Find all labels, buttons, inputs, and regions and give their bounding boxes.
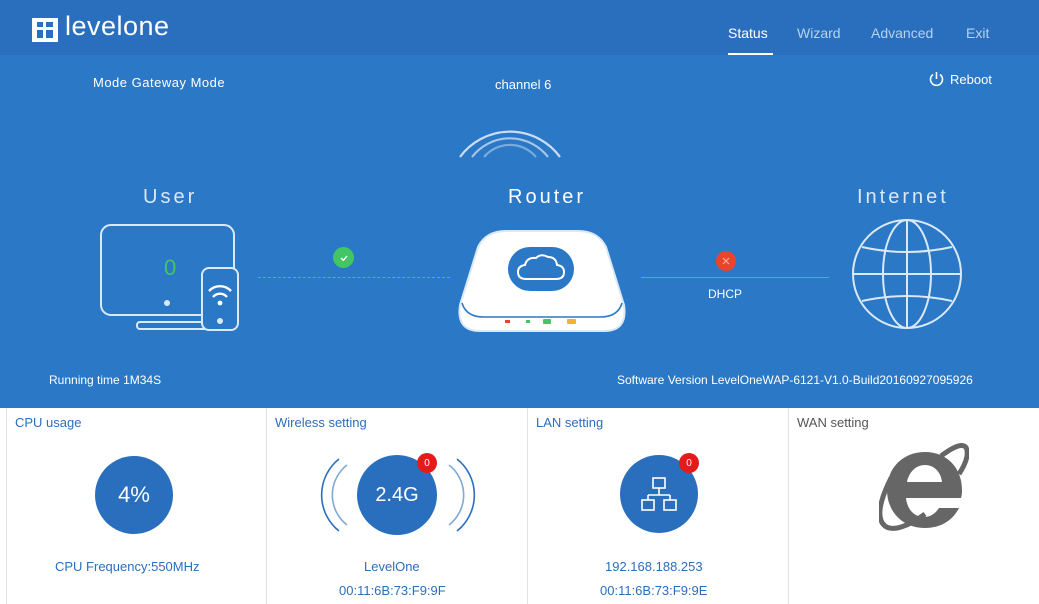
reboot-button[interactable]: Reboot xyxy=(928,71,992,88)
power-icon xyxy=(929,72,944,87)
nav-advanced[interactable]: Advanced xyxy=(871,25,933,41)
router-icon xyxy=(458,230,626,332)
levelone-logo-icon xyxy=(32,18,58,42)
user-link-line xyxy=(258,277,450,278)
nav-wizard[interactable]: Wizard xyxy=(797,25,841,41)
cpu-usage-gauge: 4% xyxy=(95,456,173,534)
running-value: 1M34S xyxy=(123,373,162,387)
software-label: Software Version xyxy=(617,373,708,387)
channel-label: channel xyxy=(495,77,541,92)
user-count: 0 xyxy=(164,255,177,280)
top-header: levelone Status Wizard Advanced Exit xyxy=(0,0,1039,55)
link-error-icon xyxy=(716,251,736,271)
lan-client-badge: 0 xyxy=(679,453,699,473)
cpu-title: CPU usage xyxy=(15,415,82,430)
wireless-client-badge: 0 xyxy=(417,453,437,473)
wireless-mac: 00:11:6B:73:F9:9F xyxy=(339,583,446,598)
wan-title: WAN setting xyxy=(797,415,869,430)
wan-panel[interactable]: WAN setting xyxy=(788,408,1039,604)
user-devices[interactable]: 0 xyxy=(99,223,249,335)
wan-type: DHCP xyxy=(708,287,743,301)
mode-info: Mode Gateway Mode xyxy=(93,75,225,90)
lan-mac: 00:11:6B:73:F9:9E xyxy=(600,583,708,598)
brand-name: levelone xyxy=(65,11,170,41)
running-time: Running time 1M34S xyxy=(49,373,161,387)
lan-panel[interactable]: LAN setting 0 192.168.188.253 00:11:6B:7… xyxy=(527,408,788,604)
mode-value: Gateway Mode xyxy=(131,75,226,90)
router-heading: Router xyxy=(508,186,587,208)
reboot-label: Reboot xyxy=(950,72,992,87)
channel-info: channel 6 xyxy=(495,77,551,92)
cpu-usage-value: 4% xyxy=(118,482,150,507)
software-value: LevelOneWAP-6121-V1.0-Build2016092709592… xyxy=(711,373,973,387)
globe-icon[interactable] xyxy=(850,217,964,331)
nav-exit[interactable]: Exit xyxy=(966,25,989,41)
active-tab-indicator xyxy=(728,53,773,55)
network-icon xyxy=(641,477,677,511)
user-heading: User xyxy=(143,186,198,208)
internet-heading: Internet xyxy=(857,186,949,208)
wireless-ssid: LevelOne xyxy=(364,559,420,574)
wireless-panel[interactable]: Wireless setting 2.4G 0 LevelOne 00:11:6… xyxy=(266,408,527,604)
software-version: Software Version LevelOneWAP-6121-V1.0-B… xyxy=(617,373,973,387)
wifi-signal-icon xyxy=(459,130,561,158)
internet-explorer-icon xyxy=(879,443,969,531)
running-label: Running time xyxy=(49,373,120,387)
wireless-title: Wireless setting xyxy=(275,415,367,430)
channel-value: 6 xyxy=(544,77,552,92)
cpu-panel[interactable]: CPU usage 4% CPU Frequency:550MHz xyxy=(6,408,266,604)
wan-link-line xyxy=(641,277,829,278)
lan-title: LAN setting xyxy=(536,415,604,430)
lan-ip: 192.168.188.253 xyxy=(605,559,703,574)
mode-label: Mode xyxy=(93,75,128,90)
wireless-band: 2.4G xyxy=(375,483,419,506)
link-ok-icon xyxy=(333,247,354,268)
nav-status[interactable]: Status xyxy=(728,25,768,41)
cpu-frequency: CPU Frequency:550MHz xyxy=(55,559,200,574)
